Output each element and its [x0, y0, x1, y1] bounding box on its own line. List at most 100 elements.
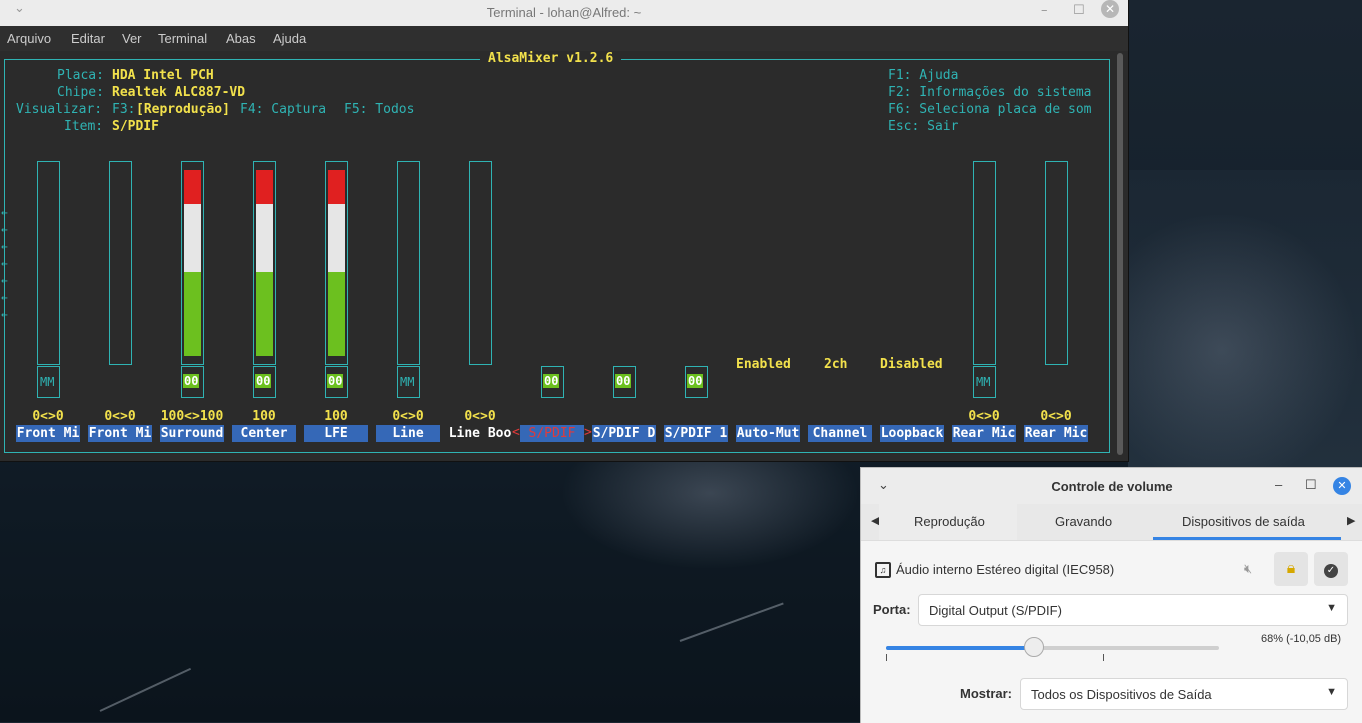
level-fill-low: [184, 272, 201, 356]
device-icon: ♫: [875, 561, 891, 578]
level-fill-mid: [184, 204, 201, 272]
volume-bar[interactable]: [973, 161, 996, 365]
control-front-mic-boost[interactable]: Front Mi: [88, 425, 152, 442]
placa-label: Placa:: [57, 68, 104, 83]
control-spdif-selected[interactable]: S/PDIF: [520, 425, 584, 442]
volume-bar[interactable]: [325, 161, 348, 365]
control-value: 100: [252, 409, 276, 424]
scroll-left-arrow-icon: ←: [1, 206, 8, 219]
mute-state-box[interactable]: MM: [397, 366, 420, 398]
close-button[interactable]: ✕: [1333, 477, 1351, 495]
maximize-button[interactable]: ☐: [1073, 3, 1085, 18]
selection-left-marker: <: [512, 425, 520, 440]
control-line-boost[interactable]: Line Boo: [448, 425, 512, 442]
menu-editar[interactable]: Editar: [71, 31, 105, 46]
control-value: 100: [324, 409, 348, 424]
volume-slider-handle[interactable]: [1024, 637, 1044, 657]
control-spdif-default[interactable]: S/PDIF D: [592, 425, 656, 442]
scroll-left-arrow-icon: ←: [1, 240, 8, 253]
menu-ajuda[interactable]: Ajuda: [273, 31, 306, 46]
control-auto-mute[interactable]: Auto-Mut: [736, 425, 800, 442]
slider-tick: [1103, 654, 1104, 661]
volume-bar[interactable]: [1045, 161, 1068, 365]
maximize-button[interactable]: ☐: [1305, 477, 1317, 493]
device-name: Áudio interno Estéreo digital (IEC958): [896, 562, 1115, 577]
port-value: Digital Output (S/PDIF): [929, 603, 1062, 618]
mute-state-box[interactable]: 00: [253, 366, 276, 398]
control-rear-mic[interactable]: Rear Mic: [952, 425, 1016, 442]
volume-bar[interactable]: [397, 161, 420, 365]
enum-value: Enabled: [736, 357, 791, 372]
minimize-button[interactable]: –: [1041, 3, 1048, 18]
tab-scroll-right-icon[interactable]: ▶: [1347, 514, 1355, 527]
tab-dispositivos-saida[interactable]: Dispositivos de saída: [1182, 514, 1305, 529]
chipe-value: Realtek ALC887-VD: [112, 85, 246, 100]
item-label: Item:: [64, 119, 104, 134]
lock-channels-button[interactable]: 🔒︎: [1274, 552, 1308, 586]
control-center[interactable]: Center: [232, 425, 296, 442]
volume-bar[interactable]: [37, 161, 60, 365]
control-channel[interactable]: Channel: [808, 425, 872, 442]
level-fill-mid: [256, 204, 273, 272]
tab-gravando[interactable]: Gravando: [1055, 514, 1112, 529]
volume-slider-track[interactable]: [886, 637, 1219, 657]
menu-ver[interactable]: Ver: [122, 31, 142, 46]
volume-bar[interactable]: [109, 161, 132, 365]
close-button[interactable]: ✕: [1101, 0, 1119, 18]
mute-icon[interactable]: 🔇︎: [1244, 561, 1252, 577]
mute-state-box[interactable]: 00: [685, 366, 708, 398]
mute-state-box[interactable]: 00: [325, 366, 348, 398]
volume-bar[interactable]: [253, 161, 276, 365]
menu-abas[interactable]: Abas: [226, 31, 256, 46]
control-value: 0<>0: [32, 409, 64, 424]
help-f2: F2: Informações do sistema: [888, 85, 1092, 100]
scrollbar-thumb[interactable]: [1117, 53, 1123, 455]
control-surround[interactable]: Surround: [160, 425, 224, 442]
volume-bar[interactable]: [181, 161, 204, 365]
help-f1: F1: Ajuda: [888, 68, 959, 83]
mute-state-box[interactable]: 00: [181, 366, 204, 398]
mute-state-box[interactable]: 00: [541, 366, 564, 398]
port-dropdown[interactable]: Digital Output (S/PDIF) ▼: [918, 594, 1348, 626]
mute-state-box[interactable]: 00: [613, 366, 636, 398]
show-label: Mostrar:: [960, 686, 1013, 701]
terminal-window: ⌄ Terminal - lohan@Alfred: ~ – ☐ ✕ Arqui…: [0, 0, 1129, 462]
control-loopback[interactable]: Loopback: [880, 425, 944, 442]
chipe-label: Chipe:: [57, 85, 104, 100]
show-dropdown[interactable]: Todos os Dispositivos de Saída ▼: [1020, 678, 1348, 710]
view-f3-key[interactable]: F3:: [112, 102, 135, 117]
help-f6: F6: Seleciona placa de som: [888, 102, 1092, 117]
view-f3-playback[interactable]: [Reprodução]: [136, 102, 230, 117]
menu-arquivo[interactable]: Arquivo: [7, 31, 51, 46]
set-default-button[interactable]: ✓: [1314, 552, 1348, 586]
wallpaper-city-lights: [560, 460, 860, 570]
menu-terminal[interactable]: Terminal: [158, 31, 207, 46]
control-value: 0<>0: [392, 409, 424, 424]
control-lfe[interactable]: LFE: [304, 425, 368, 442]
mute-state-box[interactable]: MM: [973, 366, 996, 398]
item-value: S/PDIF: [112, 119, 159, 134]
mute-state-box[interactable]: MM: [37, 366, 60, 398]
wallpaper-city: [1128, 170, 1362, 470]
mute-state: 00: [543, 374, 560, 388]
control-value: 100<>100: [160, 409, 224, 424]
tab-reproducao[interactable]: Reprodução: [914, 514, 985, 529]
view-f4-capture[interactable]: F4: Captura: [240, 102, 326, 117]
control-spdif-1[interactable]: S/PDIF 1: [664, 425, 728, 442]
minimize-button[interactable]: –: [1275, 477, 1282, 492]
mute-state: 00: [615, 374, 632, 388]
view-f5-all[interactable]: F5: Todos: [344, 102, 414, 117]
chevron-down-icon: ▼: [1326, 602, 1337, 614]
level-fill-high: [184, 170, 201, 204]
terminal-scrollbar[interactable]: [1114, 51, 1128, 461]
volume-level-text: 68% (-10,05 dB): [1261, 633, 1342, 645]
volume-bar[interactable]: [469, 161, 492, 365]
terminal-titlebar: ⌄ Terminal - lohan@Alfred: ~ – ☐ ✕: [0, 0, 1128, 26]
scroll-left-arrow-icon: ←: [1, 274, 8, 287]
volume-title: Controle de volume: [1051, 479, 1173, 494]
control-line[interactable]: Line: [376, 425, 440, 442]
control-front-mic[interactable]: Front Mi: [16, 425, 80, 442]
control-rear-mic-boost[interactable]: Rear Mic: [1024, 425, 1088, 442]
mute-state: MM: [976, 375, 991, 389]
slider-tick: [886, 654, 887, 661]
